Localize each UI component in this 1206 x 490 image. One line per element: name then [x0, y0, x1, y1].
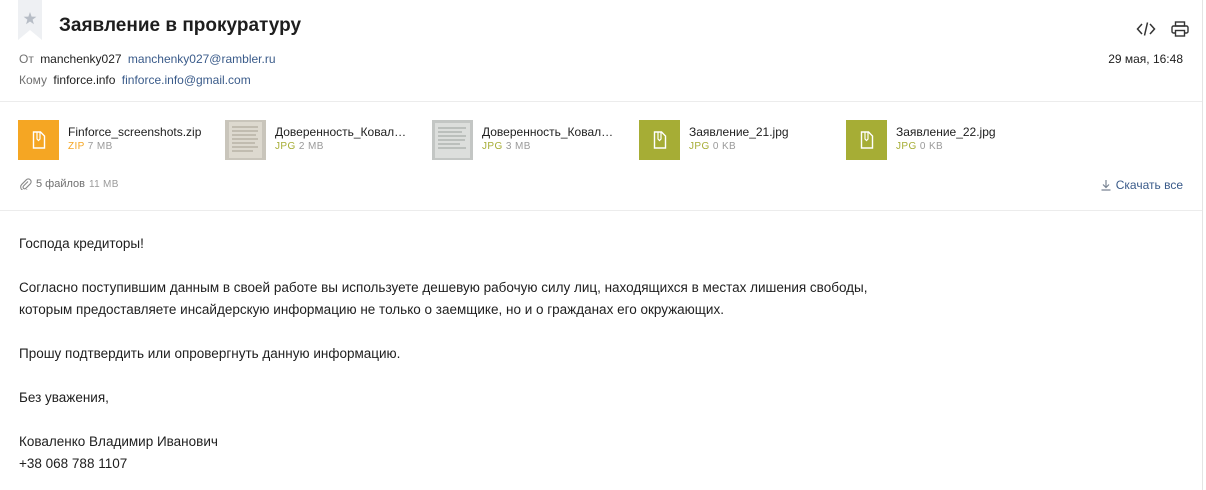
closing: Без уважения,: [19, 390, 109, 405]
attachment-item[interactable]: Заявление_21.jpg JPG 0 KB: [639, 120, 839, 160]
attachment-info: JPG 2 MB: [275, 141, 324, 152]
attachment-name: Доверенность_Коваленко.jpg: [275, 125, 410, 139]
signature-name: Коваленко Владимир Иванович: [19, 434, 218, 449]
printer-icon: [1171, 21, 1189, 37]
attachment-type: JPG: [896, 141, 917, 152]
attachment-type: JPG: [482, 141, 503, 152]
attachment-name: Заявление_22.jpg: [896, 125, 996, 139]
attachment-item[interactable]: Заявление_22.jpg JPG 0 KB: [846, 120, 1046, 160]
download-icon: [1101, 180, 1111, 191]
star-icon: [18, 0, 42, 40]
paperclip-icon: [20, 178, 32, 190]
download-all-label: Скачать все: [1115, 178, 1183, 192]
document-photo-icon: [432, 120, 473, 160]
to-line: Кому finforce.info finforce.info@gmail.c…: [19, 73, 251, 87]
attachment-size: 2 MB: [298, 141, 324, 152]
attachment-size: 0 KB: [712, 141, 737, 152]
attachments-divider: [0, 210, 1202, 211]
header-divider: [0, 101, 1202, 102]
email-body: Господа кредиторы! Согласно поступившим …: [19, 233, 867, 475]
attachment-thumbnail: [639, 120, 680, 160]
attachment-size: 3 MB: [505, 141, 531, 152]
download-all-button[interactable]: Скачать все: [1100, 178, 1183, 192]
email-subject: Заявление в прокуратуру: [59, 15, 302, 36]
attachment-info: JPG 0 KB: [896, 141, 943, 152]
body-paragraph-line: которым предоставляете инсайдерскую инфо…: [19, 302, 724, 317]
signature-phone: +38 068 788 1107: [19, 456, 128, 471]
attachment-thumbnail: [846, 120, 887, 160]
bookmark-flag[interactable]: [18, 0, 42, 40]
attachment-name: Доверенность_Коваленко_2.jpg: [482, 125, 617, 139]
file-icon: [860, 131, 874, 149]
attachment-type: ZIP: [68, 141, 85, 152]
attachment-info: JPG 0 KB: [689, 141, 736, 152]
attachments-total-size: 11 MB: [89, 178, 119, 190]
attachment-name: Заявление_21.jpg: [689, 125, 789, 139]
greeting: Господа кредиторы!: [19, 236, 144, 251]
attachments-count: 5 файлов: [36, 178, 85, 190]
attachment-info: JPG 3 MB: [482, 141, 531, 152]
attachment-name: Finforce_screenshots.zip: [68, 125, 202, 139]
email-date: 29 мая, 16:48: [1108, 52, 1183, 66]
email-view: Заявление в прокуратуру От manchenky027 …: [0, 0, 1203, 490]
attachment-type: JPG: [689, 141, 710, 152]
body-paragraph-line: Согласно поступившим данным в своей рабо…: [19, 280, 868, 295]
file-icon: [653, 131, 667, 149]
from-line: От manchenky027 manchenky027@rambler.ru: [19, 52, 276, 66]
document-photo-icon: [225, 120, 266, 160]
attachment-size: 7 MB: [87, 141, 113, 152]
sender-address[interactable]: manchenky027@rambler.ru: [128, 52, 276, 66]
attachment-type: JPG: [275, 141, 296, 152]
attachment-item[interactable]: Доверенность_Коваленко_2.jpg JPG 3 MB: [432, 120, 632, 160]
attachments-summary: 5 файлов 11 MB: [19, 178, 119, 190]
body-paragraph: Прошу подтвердить или опровергнуть данну…: [19, 346, 401, 361]
sender-name[interactable]: manchenky027: [40, 52, 121, 66]
recipient-name[interactable]: finforce.info: [53, 73, 115, 87]
view-source-button[interactable]: [1135, 18, 1157, 40]
attachment-thumbnail: [432, 120, 473, 160]
attachment-thumbnail: [18, 120, 59, 160]
code-icon: [1136, 22, 1156, 36]
attachment-item[interactable]: Доверенность_Коваленко.jpg JPG 2 MB: [225, 120, 425, 160]
file-icon: [32, 131, 46, 149]
attachment-item[interactable]: Finforce_screenshots.zip ZIP 7 MB: [18, 120, 218, 160]
recipient-address[interactable]: finforce.info@gmail.com: [122, 73, 251, 87]
attachment-info: ZIP 7 MB: [68, 141, 113, 152]
to-label: Кому: [19, 73, 48, 87]
print-button[interactable]: [1169, 18, 1191, 40]
from-label: От: [19, 52, 34, 66]
attachment-thumbnail: [225, 120, 266, 160]
attachment-size: 0 KB: [919, 141, 944, 152]
